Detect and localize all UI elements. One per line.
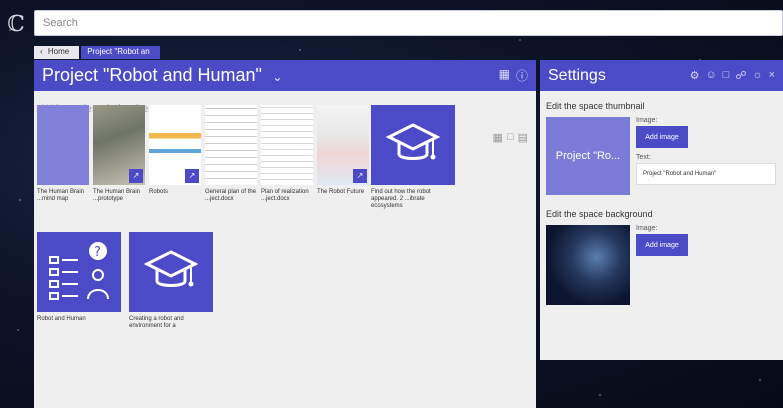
tile-label: The Human Brain ...mind map [37,189,85,202]
chat-icon[interactable]: □ [723,69,730,82]
image-label: Image: [636,117,658,124]
graduation-cap-icon [143,250,199,287]
background-section-title: Edit the space background [546,209,653,219]
detail-view-icon[interactable]: ▤ [518,131,528,144]
link-icon: ↗ [185,169,199,183]
search-placeholder: Search [43,17,78,29]
tile-thumbnail [261,105,313,185]
tile-thumbnail [129,232,213,312]
tile-thumbnail [371,105,455,185]
arrow-left-icon: ‹ [40,47,43,56]
tile-item[interactable]: Plan of realization ...ject.docx [261,105,313,203]
help-icon[interactable]: ⓘ [516,67,528,84]
tile-thumbnail [205,105,257,185]
thumbnail-text-field[interactable]: Project "Robot and Human" [636,163,776,185]
tile-thumbnail: ↗ [93,105,145,185]
share-icon[interactable]: ☍ [735,69,746,82]
tile-thumbnail: ↗ [317,105,369,185]
tile-label: Find out how the robot appeared. 2 ...ib… [371,189,431,209]
tile-item[interactable]: The Human Brain ...mind map [37,105,89,203]
bg-image-label: Image: [636,225,658,232]
gear-icon[interactable]: ⚙ [690,69,700,82]
tile-label: Creating a robot and environment for a [129,316,184,329]
tile-item[interactable]: ? Robot and Human [37,232,121,323]
tile-label: The Robot Future [317,189,365,195]
list-view-icon[interactable]: □ [507,131,514,144]
thumbnail-section-title: Edit the space thumbnail [546,101,645,111]
tile-item[interactable]: ↗ Robots [149,105,201,196]
tile-thumbnail: ↗ [149,105,201,185]
add-background-image-button[interactable]: Add image [636,234,688,256]
space-background-preview [546,225,630,305]
breadcrumb-home-label: Home [47,47,70,56]
link-icon: ↗ [129,169,143,183]
tile-label: Robots [149,189,169,195]
settings-panel: Settings ⚙ ☺ □ ☍ ☼ × Edit the space thum… [540,60,783,360]
close-icon[interactable]: × [769,69,775,82]
tile-item[interactable]: Creating a robot and environment for a [129,232,213,330]
chevron-down-icon[interactable]: ⌄ [272,70,282,84]
link-icon: ↗ [353,169,367,183]
breadcrumb-home[interactable]: ‹ Home [34,46,80,59]
tile-label: General plan of the ...ject.docx [205,189,257,202]
tile-label: Robot and Human [37,316,86,322]
svg-text:?: ? [94,245,101,260]
space-header: Project "Robot and Human" ⌄ ▦ ⓘ [34,60,536,91]
text-label: Text: [636,154,651,161]
settings-title: Settings [548,66,606,84]
tile-thumbnail [37,105,89,185]
tile-item[interactable]: General plan of the ...ject.docx [205,105,257,203]
grid-view-icon[interactable]: ▦ [493,131,503,144]
tile-thumbnail: ? [37,232,121,312]
user-icon[interactable]: ☺ [705,69,716,82]
add-thumbnail-image-button[interactable]: Add image [636,126,688,148]
tile-item[interactable]: Find out how the robot appeared. 2 ...ib… [371,105,455,210]
search-input[interactable]: Search [34,10,783,36]
tile-label: Plan of realization ...ject.docx [261,189,309,202]
breadcrumb-current-label: Project "Robot an [87,47,150,56]
breadcrumb: ‹ Home Project "Robot an [34,46,160,59]
lightbulb-icon[interactable]: ☼ [752,69,762,82]
grid-icon[interactable]: ▦ [499,67,510,84]
tile-item[interactable]: ↗ The Robot Future [317,105,369,196]
app-logo-icon[interactable]: ℂ [3,12,29,38]
tile-label: The Human Brain ...prototype [93,189,141,202]
space-title[interactable]: Project "Robot and Human" [42,65,262,85]
space-thumbnail-preview: Project "Ro... [546,117,630,195]
breadcrumb-current[interactable]: Project "Robot an [81,46,160,59]
graduation-cap-icon [385,123,441,160]
checklist-icon: ? [49,242,109,300]
tile-item[interactable]: ↗ The Human Brain ...prototype [93,105,145,203]
settings-header: Settings ⚙ ☺ □ ☍ ☼ × [540,60,783,91]
